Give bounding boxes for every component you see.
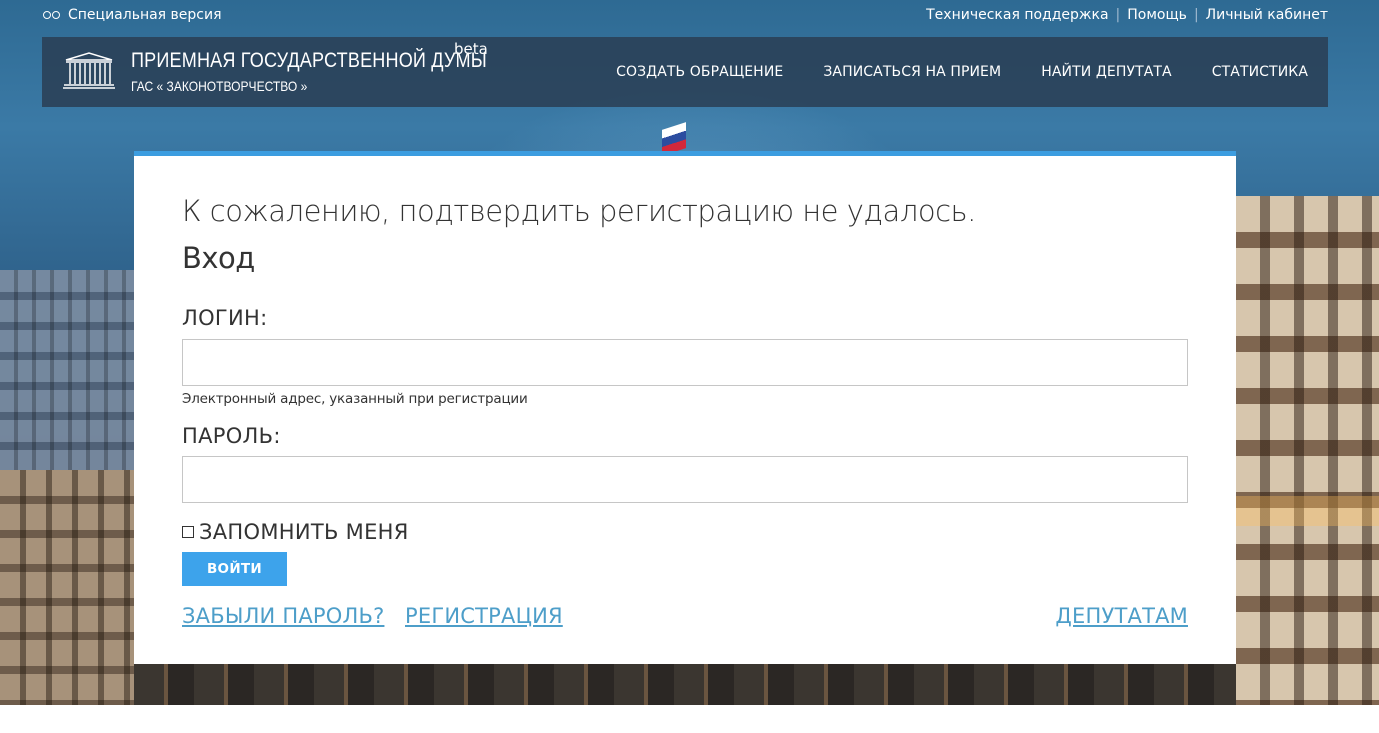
logo-subtitle: ГАС « ЗАКОНОТВОРЧЕСТВО » (131, 78, 308, 94)
remember-me-label: ЗАПОМНИТЬ МЕНЯ (199, 520, 409, 544)
special-version-link[interactable]: Специальная версия (42, 7, 222, 23)
glasses-icon (42, 10, 62, 20)
login-input[interactable] (182, 339, 1188, 386)
main-nav: СОЗДАТЬ ОБРАЩЕНИЕ ЗАПИСАТЬСЯ НА ПРИЕМ НА… (616, 37, 1308, 107)
nav-book-appointment[interactable]: ЗАПИСАТЬСЯ НА ПРИЕМ (823, 64, 1001, 80)
error-message: К сожалению, подтвердить регистрацию не … (182, 194, 976, 228)
nav-find-deputy[interactable]: НАЙТИ ДЕПУТАТА (1041, 64, 1172, 80)
special-version-label: Специальная версия (68, 7, 222, 23)
page-title: Вход (182, 241, 255, 275)
top-links: Техническая поддержка | Помощь | Личный … (926, 7, 1328, 23)
password-input[interactable] (182, 456, 1188, 503)
checkbox-icon[interactable] (182, 526, 194, 538)
deputies-link[interactable]: ДЕПУТАТАМ (1055, 604, 1188, 628)
login-hint: Электронный адрес, указанный при регистр… (182, 391, 528, 407)
separator: | (1193, 7, 1199, 23)
login-button[interactable]: ВОЙТИ (182, 552, 287, 586)
nav-create-appeal[interactable]: СОЗДАТЬ ОБРАЩЕНИЕ (616, 64, 783, 80)
background-building-left-lower (0, 470, 150, 705)
duma-building-logo-icon[interactable] (62, 50, 116, 90)
background-building-right (1236, 196, 1379, 705)
logo-title[interactable]: ПРИЕМНАЯ ГОСУДАРСТВЕННОЙ ДУМЫ (131, 49, 487, 73)
remember-me[interactable]: ЗАПОМНИТЬ МЕНЯ (182, 520, 409, 544)
personal-account-link[interactable]: Личный кабинет (1206, 7, 1328, 23)
site-header: ПРИЕМНАЯ ГОСУДАРСТВЕННОЙ ДУМЫ ГАС « ЗАКО… (42, 37, 1328, 107)
tech-support-link[interactable]: Техническая поддержка (926, 7, 1108, 23)
password-label: ПАРОЛЬ: (182, 424, 281, 448)
separator: | (1115, 7, 1121, 23)
nav-statistics[interactable]: СТАТИСТИКА (1212, 64, 1308, 80)
login-card: К сожалению, подтвердить регистрацию не … (134, 151, 1236, 664)
login-label: ЛОГИН: (182, 306, 268, 330)
beta-badge: beta (454, 40, 488, 58)
forgot-password-link[interactable]: ЗАБЫЛИ ПАРОЛЬ? (182, 604, 384, 628)
top-bar: Специальная версия Техническая поддержка… (42, 0, 1328, 34)
building-lights (1236, 196, 1379, 705)
background-street (134, 660, 1236, 705)
register-link[interactable]: РЕГИСТРАЦИЯ (405, 604, 563, 628)
help-link[interactable]: Помощь (1127, 7, 1187, 23)
